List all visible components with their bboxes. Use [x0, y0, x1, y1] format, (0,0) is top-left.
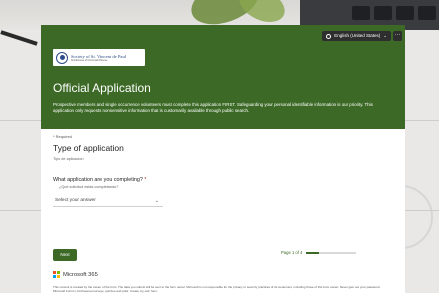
microsoft-logo-icon	[53, 271, 60, 278]
progress-track	[306, 251, 357, 254]
footer-disclaimer: This content is created by the owner of …	[53, 285, 381, 293]
form-title: Official Application	[53, 81, 151, 95]
form-card: English (United States) ⌄ ··· Society of…	[41, 25, 405, 293]
required-note: * Required	[53, 134, 72, 139]
keyboard-key	[374, 6, 392, 20]
language-label: English (United States)	[334, 33, 381, 38]
page-indicator: Page 1 of 4	[281, 250, 303, 255]
keyboard-key	[418, 6, 436, 20]
question-text: What application are you completing?	[53, 177, 143, 183]
chevron-down-icon: ⌄	[383, 33, 387, 38]
logo-subtitle: Archdiocese of Cincinnati Diocese	[71, 58, 108, 62]
select-placeholder: Select your answer	[55, 198, 96, 203]
required-star: *	[144, 177, 147, 183]
keyboard-key	[352, 6, 370, 20]
application-type-select[interactable]: Select your answer ⌄	[53, 195, 163, 207]
keyboard-key	[396, 6, 414, 20]
brand-label: Microsoft 365	[63, 271, 98, 278]
form-body: * Required Type of application Tipo de a…	[41, 129, 405, 293]
chevron-down-icon: ⌄	[154, 198, 159, 204]
seal-icon	[56, 51, 68, 64]
progress-fill	[306, 251, 319, 254]
microsoft-365-logo: Microsoft 365	[53, 271, 98, 278]
question-label: What application are you completing? *	[53, 177, 147, 183]
page-progress: Page 1 of 4	[281, 250, 357, 255]
more-options-button[interactable]: ···	[393, 31, 402, 41]
section-title: Type of application	[53, 143, 124, 153]
section-subtitle: Tipo de aplicacion	[53, 157, 84, 161]
language-selector[interactable]: English (United States) ⌄	[322, 31, 391, 41]
question-subtitle: ¿Qué solicitud estás completando?	[59, 185, 119, 189]
pen	[0, 30, 38, 46]
organization-logo: Society of St. Vincent de Paul Archdioce…	[53, 49, 145, 66]
next-button[interactable]: Next	[53, 249, 77, 261]
globe-icon	[326, 33, 332, 39]
form-header: English (United States) ⌄ ··· Society of…	[41, 25, 405, 129]
form-description: Prospective members and single occurrenc…	[53, 102, 373, 114]
